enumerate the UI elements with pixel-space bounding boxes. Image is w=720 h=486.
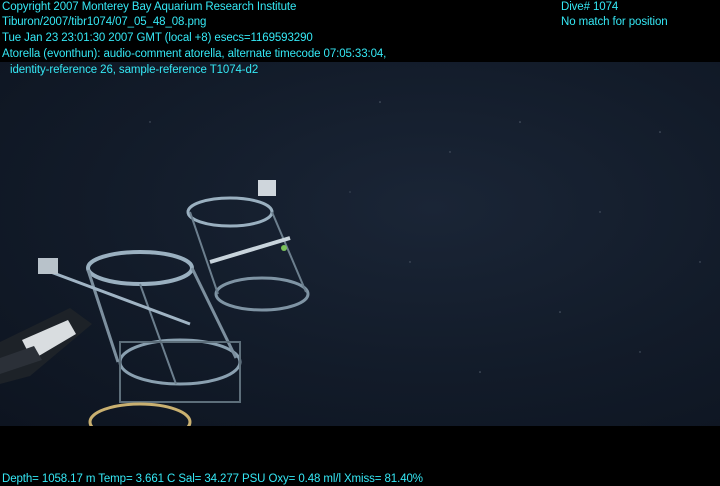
dive-number: Dive# 1074 <box>561 1 619 13</box>
timestamp-text: Tue Jan 23 23:01:30 2007 GMT (local +8) … <box>2 32 313 44</box>
telemetry-readout: Depth= 1058.17 m Temp= 3.661 C Sal= 34.2… <box>2 473 423 485</box>
underwater-photo <box>0 62 720 426</box>
sampler-equipment <box>0 101 701 426</box>
comment-line-1: Atorella (evonthun): audio-comment atore… <box>2 48 387 60</box>
copyright-text: Copyright 2007 Monterey Bay Aquarium Res… <box>2 1 297 13</box>
file-path-text: Tiburon/2007/tibr1074/07_05_48_08.png <box>2 16 207 28</box>
comment-line-2: identity-reference 26, sample-reference … <box>10 64 259 76</box>
position-status: No match for position <box>561 16 668 28</box>
